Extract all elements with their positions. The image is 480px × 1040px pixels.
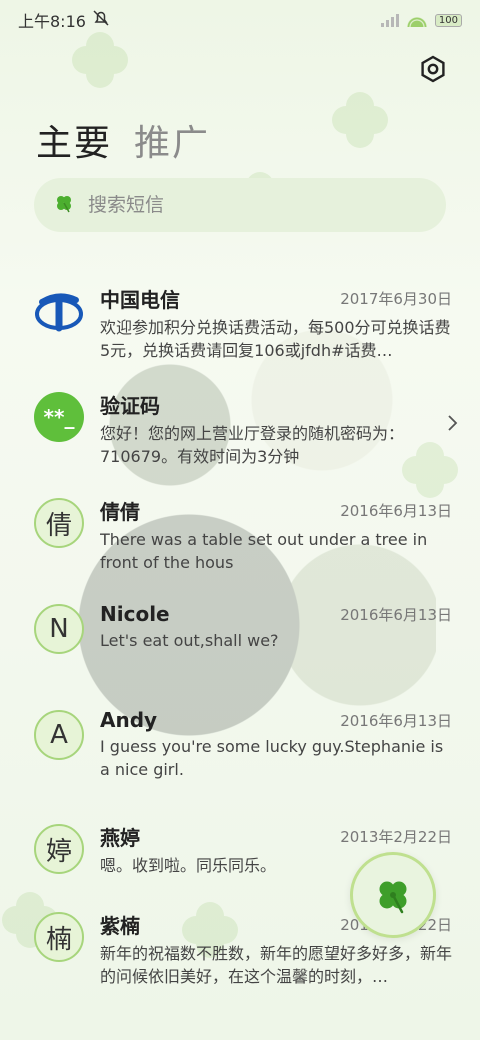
conversation-date: 2013年2月22日	[340, 828, 452, 846]
clover-decoration	[330, 90, 390, 150]
avatar: 楠	[34, 912, 84, 962]
signal-icon	[380, 13, 399, 27]
conversation-preview: There was a table set out under a tree i…	[100, 530, 428, 572]
conversation-name: 紫楠	[100, 914, 140, 938]
conversation-preview: 新年的祝福数不胜数，新年的愿望好多好多，新年的问候依旧美好，在这个温馨的时刻，…	[100, 944, 452, 986]
china-telecom-logo-icon	[34, 286, 84, 336]
tab-promotions[interactable]: 推广	[134, 114, 210, 166]
mute-icon	[92, 9, 110, 31]
search-bar[interactable]	[34, 178, 446, 232]
search-input[interactable]	[86, 193, 390, 217]
chevron-right-icon	[446, 414, 458, 436]
conversation-item[interactable]: 中国电信 2017年6月30日 欢迎参加积分兑换话费活动，每500分可兑换话费5…	[0, 262, 480, 368]
conversation-name: Nicole	[100, 602, 170, 626]
conversation-item[interactable]: N Nicole 2016年6月13日 Let's eat out,shall …	[0, 580, 480, 686]
avatar: 倩	[34, 498, 84, 548]
conversation-date: 2016年6月13日	[340, 711, 452, 730]
conversation-name: 中国电信	[100, 288, 180, 312]
conversation-date: 2016年6月13日	[340, 502, 452, 520]
conversation-name: 倩倩	[100, 500, 140, 524]
gear-icon	[421, 55, 445, 83]
conversation-name: 燕婷	[100, 826, 140, 850]
conversation-date: 2017年6月30日	[340, 290, 452, 308]
settings-button[interactable]	[416, 52, 450, 86]
conversation-preview: 您好！您的网上营业厅登录的随机密码为：710679。有效时间为3分钟	[100, 424, 405, 466]
conversation-preview: I guess you're some lucky guy.Stephanie …	[100, 737, 444, 779]
status-bar: 上午8:16 100	[0, 0, 480, 40]
avatar: **_	[34, 392, 84, 442]
conversation-item[interactable]: A Andy 2016年6月13日 I guess you're some lu…	[0, 686, 480, 792]
conversation-preview: 欢迎参加积分兑换话费活动，每500分可兑换话费5元，兑换话费请回复106或jfd…	[100, 318, 451, 360]
tab-primary[interactable]: 主要	[36, 114, 112, 166]
conversation-date: 2016年6月13日	[340, 605, 452, 624]
avatar: A	[34, 710, 84, 760]
wifi-icon	[406, 13, 427, 27]
clover-icon	[379, 881, 407, 914]
status-time: 上午8:16	[18, 12, 86, 31]
conversation-name: 验证码	[100, 394, 160, 418]
battery-icon: 100	[434, 13, 462, 27]
tab-bar: 主要 推广	[36, 114, 210, 166]
avatar: 婷	[34, 824, 84, 874]
conversation-item[interactable]: **_ 验证码 您好！您的网上营业厅登录的随机密码为：710679。有效时间为3…	[0, 368, 480, 474]
clover-icon	[54, 193, 74, 217]
conversation-name: Andy	[100, 708, 158, 732]
avatar: N	[34, 604, 84, 654]
conversation-preview: Let's eat out,shall we?	[100, 631, 279, 650]
compose-button[interactable]	[350, 852, 436, 938]
conversation-item[interactable]: 倩 倩倩 2016年6月13日 There was a table set ou…	[0, 474, 480, 580]
